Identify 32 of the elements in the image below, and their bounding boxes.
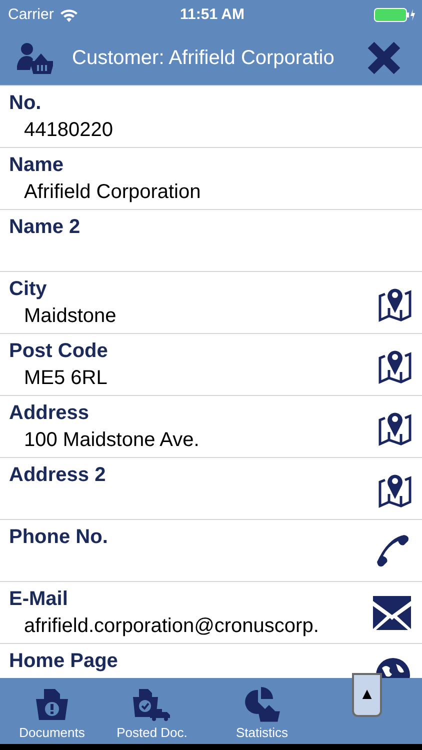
wifi-icon bbox=[60, 8, 78, 22]
carrier-label: Carrier bbox=[8, 4, 54, 25]
field-value: 44180220 bbox=[23, 118, 113, 143]
field-label: Home Page bbox=[9, 649, 118, 674]
battery-icon bbox=[374, 8, 416, 22]
field-value: afrifield.corporation@cronuscorp. bbox=[23, 614, 319, 639]
bag-truck-icon bbox=[132, 687, 172, 721]
screen-title: Customer: Afrifield Corporatio bbox=[72, 46, 336, 70]
clock-label: 11:51 AM bbox=[180, 4, 244, 25]
more-handle[interactable]: ▲ bbox=[352, 673, 382, 717]
field-label: Name 2 bbox=[9, 215, 80, 240]
field-label: Post Code bbox=[9, 339, 108, 364]
field-label: Name bbox=[9, 153, 64, 178]
field-label: Address 2 bbox=[9, 463, 106, 488]
tab-button[interactable]: Statistics bbox=[217, 678, 307, 744]
tab-button[interactable]: Documents bbox=[7, 678, 97, 744]
field-label: No. bbox=[9, 91, 42, 116]
pie-basket-icon bbox=[244, 686, 280, 722]
email-button[interactable] bbox=[370, 594, 412, 630]
field-value: Maidstone bbox=[23, 304, 116, 329]
field-value: Afrifield Corporation bbox=[23, 180, 201, 205]
envelope-icon bbox=[372, 594, 412, 630]
field-value: ME5 6RL bbox=[23, 366, 108, 391]
field-label: E-Mail bbox=[9, 587, 68, 612]
bag-alert-icon bbox=[35, 687, 69, 721]
field-label: Phone No. bbox=[9, 525, 108, 550]
field-value: 100 Maidstone Ave. bbox=[23, 428, 200, 453]
field-label: Address bbox=[9, 401, 90, 426]
close-icon bbox=[367, 40, 401, 74]
field-label: City bbox=[9, 277, 47, 302]
tab-button[interactable]: Posted Doc. bbox=[107, 678, 197, 744]
customer-basket-icon bbox=[17, 42, 53, 74]
